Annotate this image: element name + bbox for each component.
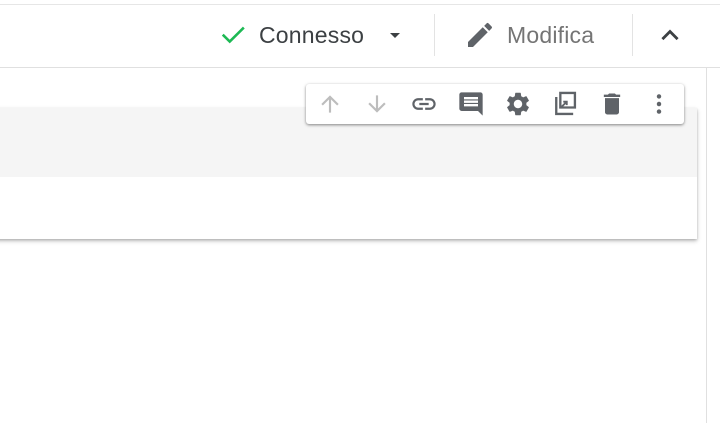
- comment-icon[interactable]: [457, 90, 485, 118]
- vertical-scrollbar[interactable]: [706, 68, 720, 423]
- page: Connesso Modifica: [0, 0, 720, 423]
- block-toolbar: [306, 84, 684, 124]
- header-divider: [632, 14, 633, 56]
- more-vertical-icon[interactable]: [645, 90, 673, 118]
- link-icon[interactable]: [410, 90, 438, 118]
- trash-icon[interactable]: [598, 90, 626, 118]
- header-bar: Connesso Modifica: [0, 5, 720, 68]
- caret-down-icon[interactable]: [380, 20, 410, 50]
- header-divider: [434, 14, 435, 56]
- edit-button-label: Modifica: [507, 21, 595, 48]
- duplicate-icon[interactable]: [551, 90, 579, 118]
- content-card[interactable]: [0, 108, 697, 239]
- collapse-button[interactable]: [653, 20, 687, 50]
- arrow-down-icon[interactable]: [363, 90, 391, 118]
- connection-status[interactable]: Connesso: [218, 17, 410, 53]
- edit-button[interactable]: Modifica: [462, 17, 594, 53]
- gear-icon[interactable]: [504, 90, 532, 118]
- arrow-up-icon[interactable]: [316, 90, 344, 118]
- connection-status-label: Connesso: [259, 21, 365, 48]
- chevron-up-icon: [656, 21, 684, 49]
- check-icon: [218, 20, 248, 50]
- pencil-icon: [462, 17, 498, 53]
